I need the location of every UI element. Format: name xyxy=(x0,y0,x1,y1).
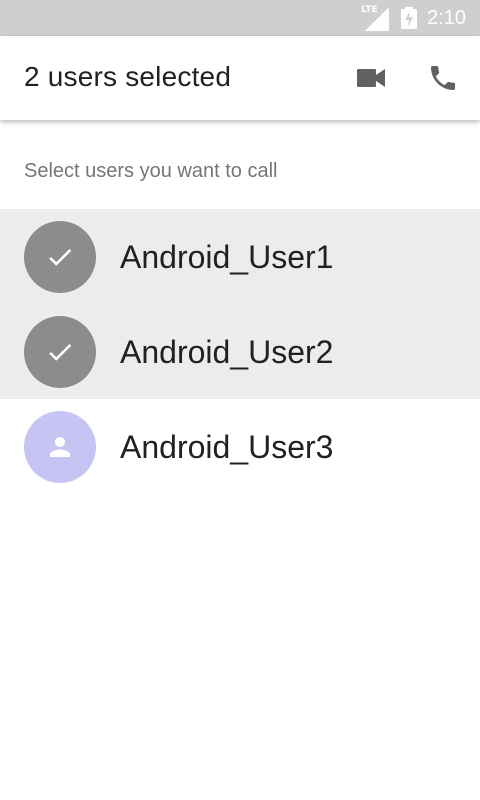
network-type-label: LTE xyxy=(361,5,378,15)
person-icon xyxy=(50,437,70,457)
status-icons: LTE 2:10 xyxy=(361,0,480,36)
user-avatar[interactable] xyxy=(24,411,96,483)
checkmark-icon xyxy=(49,343,72,361)
voice-call-button[interactable] xyxy=(423,58,463,98)
selected-avatar[interactable] xyxy=(24,316,96,388)
user-name: Android_User2 xyxy=(120,334,334,370)
user-row[interactable]: Android_User1 xyxy=(0,209,480,304)
battery-charging-icon xyxy=(401,7,418,29)
phone-icon xyxy=(431,66,455,90)
checkmark-icon xyxy=(49,248,72,266)
selection-title: 2 users selected xyxy=(24,61,232,92)
user-name: Android_User1 xyxy=(120,239,334,275)
status-bar: LTE 2:10 xyxy=(0,0,480,36)
selected-avatar[interactable] xyxy=(24,221,96,293)
video-call-button[interactable] xyxy=(351,58,391,98)
lte-signal-icon: LTE xyxy=(361,3,391,33)
user-name: Android_User3 xyxy=(120,429,334,465)
video-camera-icon xyxy=(357,69,385,87)
user-row[interactable]: Android_User2 xyxy=(0,304,480,399)
user-row[interactable]: Android_User3 xyxy=(0,399,480,494)
instruction-text: Select users you want to call xyxy=(24,160,278,182)
clock: 2:10 xyxy=(427,6,466,29)
user-list: Android_User1 Android_User2 Android_User… xyxy=(0,209,480,494)
app-bar: 2 users selected xyxy=(0,36,480,120)
